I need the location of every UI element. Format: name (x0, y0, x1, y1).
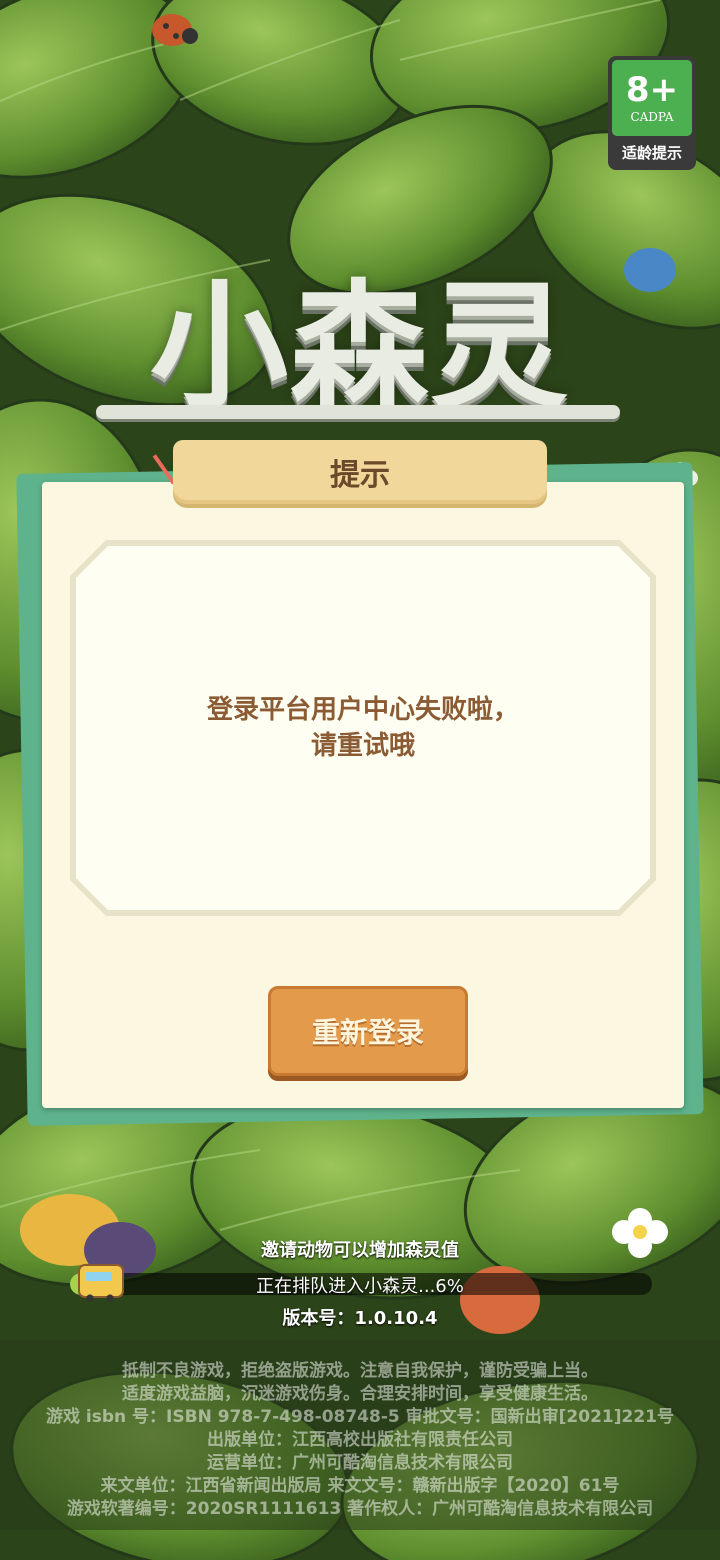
age-rating-panel: 8+ CADPA (612, 60, 692, 136)
loading-status: 正在排队进入小森灵...6% (256, 1276, 464, 1297)
compliance-footer: 抵制不良游戏，拒绝盗版游戏。注意自我保护，谨防受骗上当。 适度游戏益脑，沉迷游戏… (0, 1340, 720, 1530)
footer-line: 适度游戏益脑，沉迷游戏伤身。合理安排时间，享受健康生活。 (122, 1384, 598, 1404)
footer-line: 抵制不良游戏，拒绝盗版游戏。注意自我保护，谨防受骗上当。 (122, 1361, 598, 1381)
relogin-button[interactable]: 重新登录 (268, 986, 468, 1076)
relogin-button-label: 重新登录 (311, 1016, 424, 1049)
dialog-title-ribbon: 提示 (173, 440, 547, 504)
dialog-message-line-2: 请重试哦 (310, 731, 415, 761)
footer-line: 出版单位：江西高校出版社有限责任公司 (207, 1430, 513, 1450)
message-panel: 登录平台用户中心失败啦， 请重试哦 (76, 546, 650, 910)
dialog-message-line-1: 登录平台用户中心失败啦， (206, 695, 519, 725)
age-rating-org: CADPA (630, 110, 674, 124)
age-rating-hint: 适龄提示 (621, 144, 682, 162)
dialog-title: 提示 (330, 458, 390, 493)
age-rating-number: 8+ (625, 70, 679, 110)
version-label: 版本号：1.0.10.4 (282, 1308, 438, 1329)
footer-line: 来文单位：江西省新闻出版局 来文文号：赣新出版字【2020】61号 (100, 1476, 620, 1496)
logo-underline (96, 405, 620, 419)
footer-line: 游戏软著编号：2020SR1111613 著作权人：广州可酷淘信息技术有限公司 (66, 1499, 654, 1519)
footer-line: 运营单位：广州可酷淘信息技术有限公司 (207, 1453, 513, 1473)
age-rating-badge: 8+ CADPA 适龄提示 (608, 56, 696, 170)
loading-tip: 邀请动物可以增加森灵值 (261, 1240, 459, 1261)
footer-line: 游戏 isbn 号：ISBN 978-7-498-08748-5 审批文号：国新… (46, 1407, 674, 1427)
